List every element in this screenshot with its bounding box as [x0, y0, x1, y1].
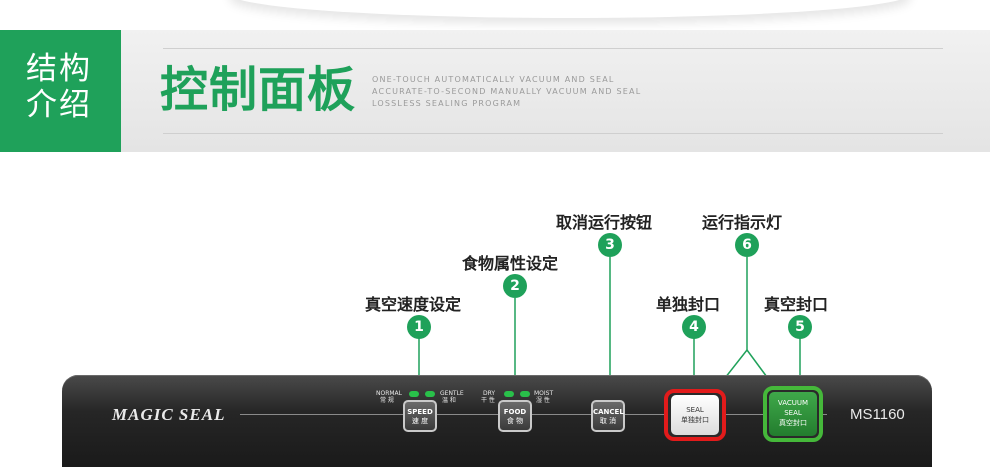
callout-badge-1: 1	[407, 315, 431, 339]
speed-gentle-label-cn: 温 和	[442, 397, 456, 404]
food-moist-label: MOIST	[534, 390, 554, 397]
seal-button-label-cn: 单独封口	[681, 416, 709, 424]
seal-button-label: SEAL	[686, 406, 704, 414]
callout-badge-3: 3	[598, 233, 622, 257]
callout-label-5: 真空封口	[764, 295, 829, 314]
vacuum-seal-button-label-2: SEAL	[784, 409, 802, 417]
speed-button-label: SPEED	[407, 408, 433, 416]
panel-trim-line	[240, 414, 827, 415]
callout-label-4: 单独封口	[656, 295, 721, 314]
food-dry-label: DRY	[483, 390, 496, 397]
speed-button-label-cn: 速 度	[411, 417, 429, 425]
speed-button[interactable]: SPEED 速 度	[403, 400, 437, 432]
speed-normal-led	[409, 391, 419, 397]
vacuum-seal-button-label: VACUUM	[777, 399, 809, 407]
callout-badge-5: 5	[788, 315, 812, 339]
food-button[interactable]: FOOD 食 物	[498, 400, 532, 432]
speed-gentle-label: GENTLE	[440, 390, 464, 397]
food-dry-led	[504, 391, 514, 397]
callout-label-6: 运行指示灯	[702, 213, 783, 232]
callout-badge-6: 6	[735, 233, 759, 257]
speed-normal-label-cn: 常 规	[380, 397, 394, 404]
callout-label-3: 取消运行按钮	[556, 213, 653, 232]
speed-normal-label: NORMAL	[376, 390, 403, 397]
callout-badge-2: 2	[503, 274, 527, 298]
callout-badge-4: 4	[682, 315, 706, 339]
model-number: MS1160	[850, 406, 905, 423]
cancel-button-label-cn: 取 消	[599, 417, 617, 425]
cancel-button-label: CANCEL	[593, 408, 624, 416]
callout-label-2: 食物属性设定	[462, 254, 559, 273]
food-button-label-cn: 食 物	[506, 417, 524, 425]
food-moist-led	[520, 391, 530, 397]
brand-logo: MAGIC SEAL	[112, 405, 226, 424]
speed-gentle-led	[425, 391, 435, 397]
food-dry-label-cn: 干 性	[481, 397, 495, 404]
cancel-button[interactable]: CANCEL 取 消	[591, 400, 625, 432]
callout-label-1: 真空速度设定	[365, 295, 462, 314]
food-button-label: FOOD	[503, 408, 527, 416]
vacuum-seal-button-label-cn: 真空封口	[779, 419, 807, 427]
food-moist-label-cn: 湿 性	[536, 397, 550, 404]
seal-button[interactable]: SEAL 单独封口	[671, 395, 719, 435]
vacuum-seal-button[interactable]: VACUUM SEAL 真空封口	[769, 392, 817, 436]
